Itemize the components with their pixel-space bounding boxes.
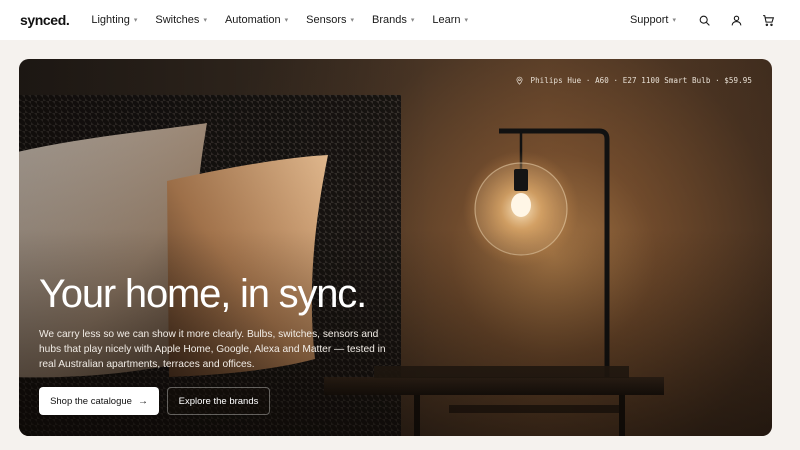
- hero-title: Your home, in sync.: [39, 272, 367, 316]
- account-icon: [731, 15, 741, 25]
- support-label: Support: [629, 14, 669, 26]
- chevron-down-icon: ▾: [410, 16, 415, 24]
- account-button[interactable]: [724, 8, 748, 32]
- hero-overlay: [19, 59, 772, 436]
- search-button[interactable]: [692, 8, 716, 32]
- site-header: synced. Lighting ▾ Switches ▾ Automation…: [0, 0, 800, 40]
- nav-item-sensors[interactable]: Sensors ▾: [306, 14, 354, 26]
- nav-item-automation[interactable]: Automation ▾: [225, 14, 288, 26]
- chevron-down-icon: ▾: [284, 16, 289, 24]
- hero-banner: Philips Hue · A60 · E27 1100 Smart Bulb …: [19, 59, 772, 436]
- button-label: Shop the catalogue: [50, 395, 132, 407]
- search-icon: [699, 15, 710, 26]
- logo[interactable]: synced.: [20, 12, 70, 28]
- nav-item-lighting[interactable]: Lighting ▾: [91, 14, 137, 26]
- nav-item-switches[interactable]: Switches ▾: [155, 14, 207, 26]
- nav-item-label: Learn: [432, 14, 461, 26]
- explore-brands-button[interactable]: Explore the brands: [167, 387, 270, 415]
- chevron-down-icon: ▾: [203, 16, 207, 24]
- chevron-down-icon: ▾: [672, 16, 676, 24]
- nav-item-label: Brands: [372, 14, 407, 26]
- chevron-down-icon: ▾: [350, 16, 354, 24]
- hero-subtitle: We carry less so we can show it more cle…: [39, 329, 386, 370]
- nav-item-label: Lighting: [91, 14, 130, 26]
- arrow-right-icon: →: [137, 395, 148, 407]
- nav-item-learn[interactable]: Learn ▾: [432, 14, 468, 26]
- nav-item-label: Switches: [155, 14, 200, 26]
- product-tag-text: Philips Hue · A60 · E27 1100 Smart Bulb …: [530, 76, 752, 85]
- support-menu[interactable]: Support ▾: [630, 14, 676, 26]
- main-nav: Lighting ▾ Switches ▾ Automation ▾ Senso…: [91, 14, 468, 26]
- location-pin-icon: [516, 76, 523, 85]
- button-label: Explore the brands: [178, 395, 259, 407]
- header-actions: Support ▾: [630, 8, 780, 32]
- chevron-down-icon: ▾: [464, 16, 469, 24]
- chevron-down-icon: ▾: [133, 16, 138, 24]
- nav-item-brands[interactable]: Brands ▾: [372, 14, 414, 26]
- product-hotspot[interactable]: Philips Hue · A60 · E27 1100 Smart Bulb …: [515, 76, 752, 85]
- nav-item-label: Automation: [224, 14, 281, 26]
- cart-button[interactable]: [756, 8, 780, 32]
- cart-icon: [762, 14, 774, 26]
- nav-item-label: Sensors: [306, 14, 347, 26]
- shop-catalogue-button[interactable]: Shop the catalogue →: [39, 387, 159, 415]
